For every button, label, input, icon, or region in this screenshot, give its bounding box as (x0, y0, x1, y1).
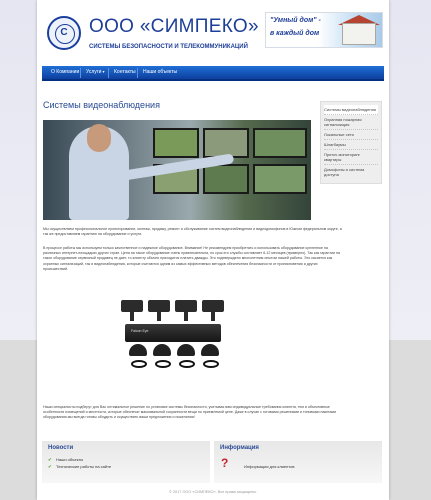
site-header: С ООО «СИМПЕКО» СИСТЕМЫ БЕЗОПАСНОСТИ И Т… (37, 0, 389, 66)
nav-divider (108, 68, 109, 78)
closing-paragraph: Наши специалисты подберут для Вас оптима… (43, 405, 337, 420)
info-box: Информация Информация для клиентов (214, 441, 382, 483)
nav-item-services[interactable]: Услуги (86, 69, 105, 75)
sidebar-item-video[interactable]: Системы видеонаблюдения (324, 105, 378, 115)
nav-item-contacts[interactable]: Контакты (114, 69, 136, 75)
main-navigation: О Компании Услуги Контакты Наши объекты (42, 66, 384, 81)
bullet-camera-icon (175, 300, 197, 321)
dome-camera-icon (201, 344, 219, 356)
house-icon (342, 23, 376, 45)
news-title: Новости (48, 445, 74, 451)
nav-divider (80, 68, 81, 78)
page-title: Системы видеонаблюдения (43, 100, 160, 110)
dvr-recorder-icon: Falcon Eye (125, 324, 221, 342)
intro-paragraph: Мы осуществляем профессиональное проекти… (43, 227, 342, 237)
smart-home-banner[interactable]: "Умный дом" - в каждый дом (265, 12, 383, 48)
nav-divider (137, 68, 138, 78)
nav-item-about[interactable]: О Компании (51, 69, 79, 75)
cable-coil-icon (203, 360, 219, 368)
cable-coil-icon (155, 360, 171, 368)
dvr-brand-label: Falcon Eye (131, 329, 149, 333)
info-link-clients[interactable]: Информация для клиентов (244, 464, 294, 469)
bullet-camera-icon (202, 300, 224, 321)
news-link-maintenance[interactable]: Технические работы на сайте (56, 464, 111, 469)
dome-camera-icon (153, 344, 171, 356)
sidebar-item-networks[interactable]: Локальные сети (324, 130, 378, 140)
nav-item-objects[interactable]: Наши объекты (143, 69, 177, 75)
copyright-text: © 2017 ООО «СИМПЕКО». Все права защищены… (169, 490, 257, 494)
monitor-screen (153, 128, 199, 158)
monitor-screen (253, 128, 307, 158)
cctv-kit-image: Falcon Eye (121, 300, 225, 386)
company-name: ООО «СИМПЕКО» (89, 16, 259, 37)
sidebar-item-alarm[interactable]: Охранная пожарная сигнализация (324, 115, 378, 130)
promo-line-2: в каждый дом (270, 30, 320, 37)
cable-coil-icon (179, 360, 195, 368)
question-icon (220, 456, 230, 472)
operator-head (87, 124, 111, 152)
hero-image (43, 120, 311, 220)
monitor-screen (203, 164, 249, 194)
sidebar-item-intercom[interactable]: Домофоны и система доступа (324, 165, 378, 179)
services-sidebar: Системы видеонаблюдения Охранная пожарна… (320, 101, 382, 184)
info-title: Информация (220, 445, 259, 451)
news-box: Новости ✔ Наши объекты ✔ Технические раб… (42, 441, 210, 483)
warning-paragraph: В процессе работы мы используем только к… (43, 246, 340, 271)
bullet-camera-icon (148, 300, 170, 321)
dome-camera-icon (177, 344, 195, 356)
sidebar-item-barriers[interactable]: Шлагбаумы (324, 140, 378, 150)
page-container: С ООО «СИМПЕКО» СИСТЕМЫ БЕЗОПАСНОСТИ И Т… (37, 0, 389, 500)
news-link-objects[interactable]: Наши объекты (56, 457, 83, 462)
promo-line-1: "Умный дом" - (270, 17, 321, 24)
bullet-camera-icon (121, 300, 143, 321)
monitor-screen (253, 164, 307, 194)
cable-coil-icon (131, 360, 147, 368)
sidebar-item-monitoring[interactable]: Приточ мониторинг квартиры (324, 150, 378, 165)
check-icon: ✔ (48, 464, 52, 469)
company-tagline: СИСТЕМЫ БЕЗОПАСНОСТИ И ТЕЛЕКОММУНИКАЦИЙ (89, 44, 248, 50)
dome-camera-icon (129, 344, 147, 356)
check-icon: ✔ (48, 457, 52, 462)
company-logo-icon[interactable]: С (47, 16, 81, 50)
